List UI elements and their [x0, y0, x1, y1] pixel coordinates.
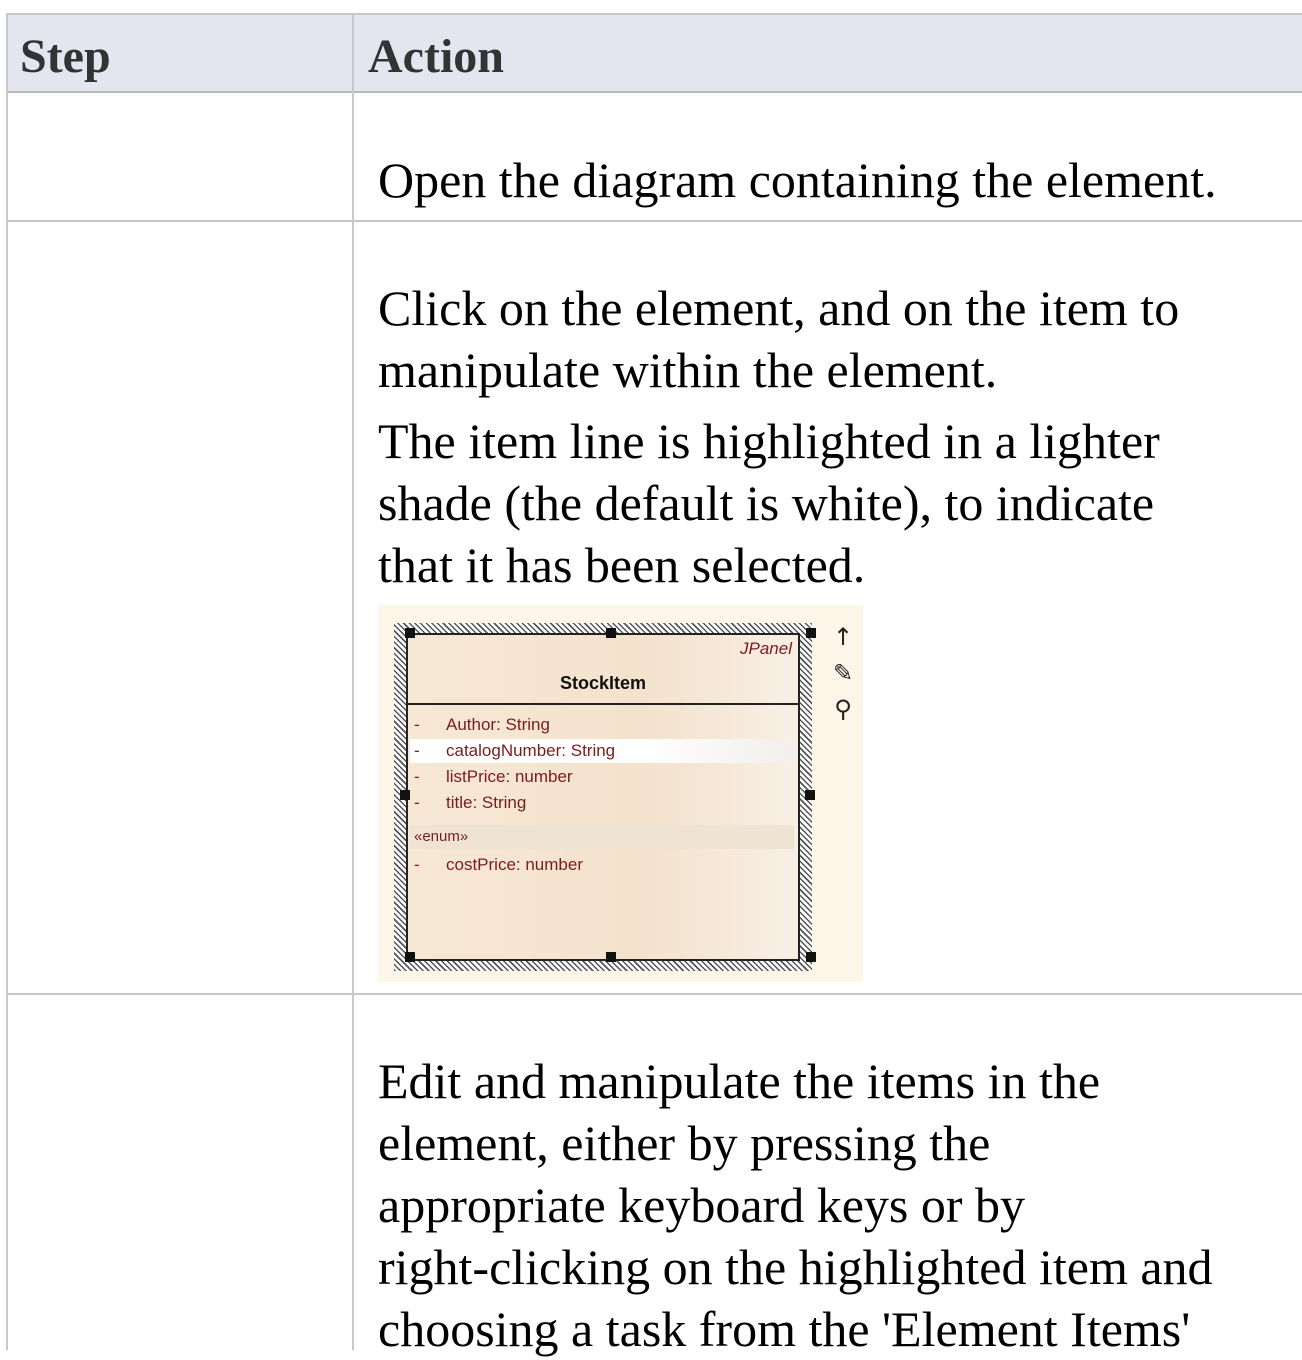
action-text: choosing a task from the 'Element Items' — [378, 1301, 1191, 1357]
action-text: Edit and manipulate the items in the — [378, 1053, 1101, 1109]
resize-handle[interactable] — [606, 628, 616, 638]
action-text: element, either by pressing the — [378, 1115, 991, 1171]
resize-handle[interactable] — [606, 952, 616, 962]
attribute-item[interactable]: - Author: String — [414, 713, 550, 737]
resize-handle[interactable] — [405, 952, 415, 962]
action-text: right-clicking on the highlighted item a… — [378, 1239, 1213, 1295]
resize-handle[interactable] — [400, 790, 410, 800]
table-header: Step Action — [6, 13, 1302, 93]
header-action: Action — [368, 30, 504, 83]
table-left-border — [6, 13, 8, 1350]
quick-toolbar: ↑ ✎ ⚲ — [828, 619, 858, 727]
action-text: The item line is highlighted in a lighte… — [378, 413, 1160, 469]
class-name: StockItem — [559, 673, 647, 693]
enum-stereotype-label: «enum» — [410, 825, 794, 849]
action-text: shade (the default is white), to indicat… — [378, 475, 1155, 531]
action-text: that it has been selected. — [378, 537, 866, 593]
attribute-item[interactable]: - title: String — [414, 791, 526, 815]
header-step: Step — [20, 30, 111, 83]
resize-handle[interactable] — [805, 790, 815, 800]
paint-icon[interactable]: ✎ — [828, 655, 858, 691]
action-text: Click on the element, and on the item to — [378, 280, 1180, 336]
attribute-item-selected[interactable]: - catalogNumber: String — [410, 739, 794, 763]
row-divider — [6, 993, 1302, 995]
column-divider — [352, 13, 354, 1350]
class-element[interactable]: JPanel StockItem - Author: String - catalo… — [406, 633, 800, 961]
resize-handle[interactable] — [806, 628, 816, 638]
resize-handle[interactable] — [405, 628, 415, 638]
action-text: Open the diagram containing the element. — [378, 152, 1217, 208]
compartment-separator — [408, 703, 798, 705]
row-divider — [6, 220, 1302, 222]
action-text: appropriate keyboard keys or by — [378, 1177, 1025, 1233]
class-diagram-screenshot: JPanel StockItem - Author: String - catalo… — [378, 605, 863, 982]
attribute-item[interactable]: - listPrice: number — [414, 765, 573, 789]
attribute-item[interactable]: - costPrice: number — [414, 853, 583, 877]
up-arrow-icon[interactable]: ↑ — [828, 619, 858, 655]
stereotype-label: JPanel — [740, 639, 792, 658]
magnifier-icon[interactable]: ⚲ — [828, 691, 858, 727]
resize-handle[interactable] — [806, 952, 816, 962]
action-text: manipulate within the element. — [378, 342, 998, 398]
